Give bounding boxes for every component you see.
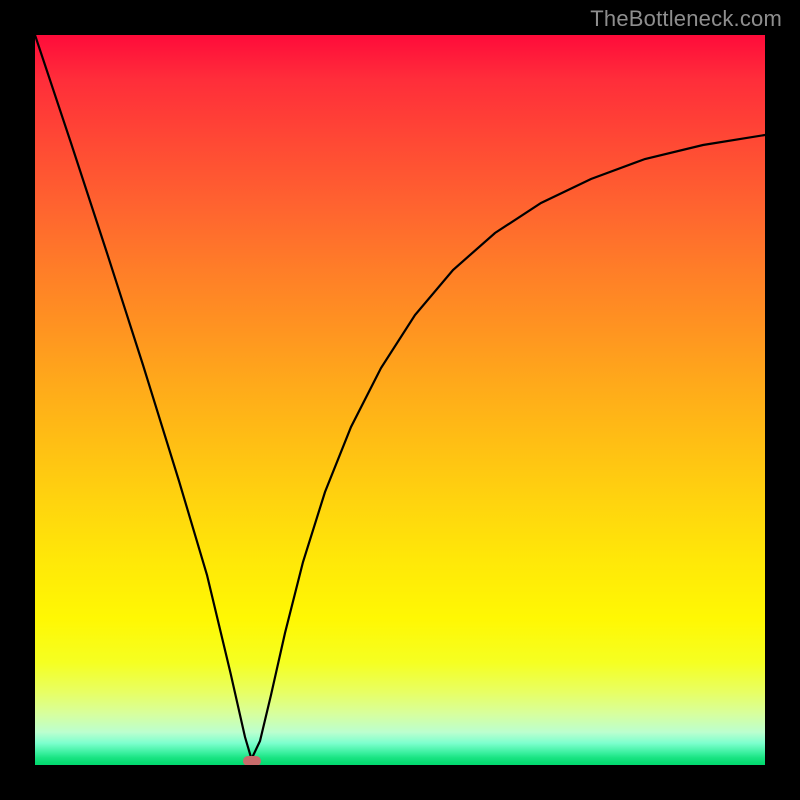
chart-frame: TheBottleneck.com — [0, 0, 800, 800]
plot-area — [35, 35, 765, 765]
bottleneck-curve — [35, 35, 765, 765]
minimum-marker — [243, 756, 261, 765]
watermark-text: TheBottleneck.com — [590, 6, 782, 32]
